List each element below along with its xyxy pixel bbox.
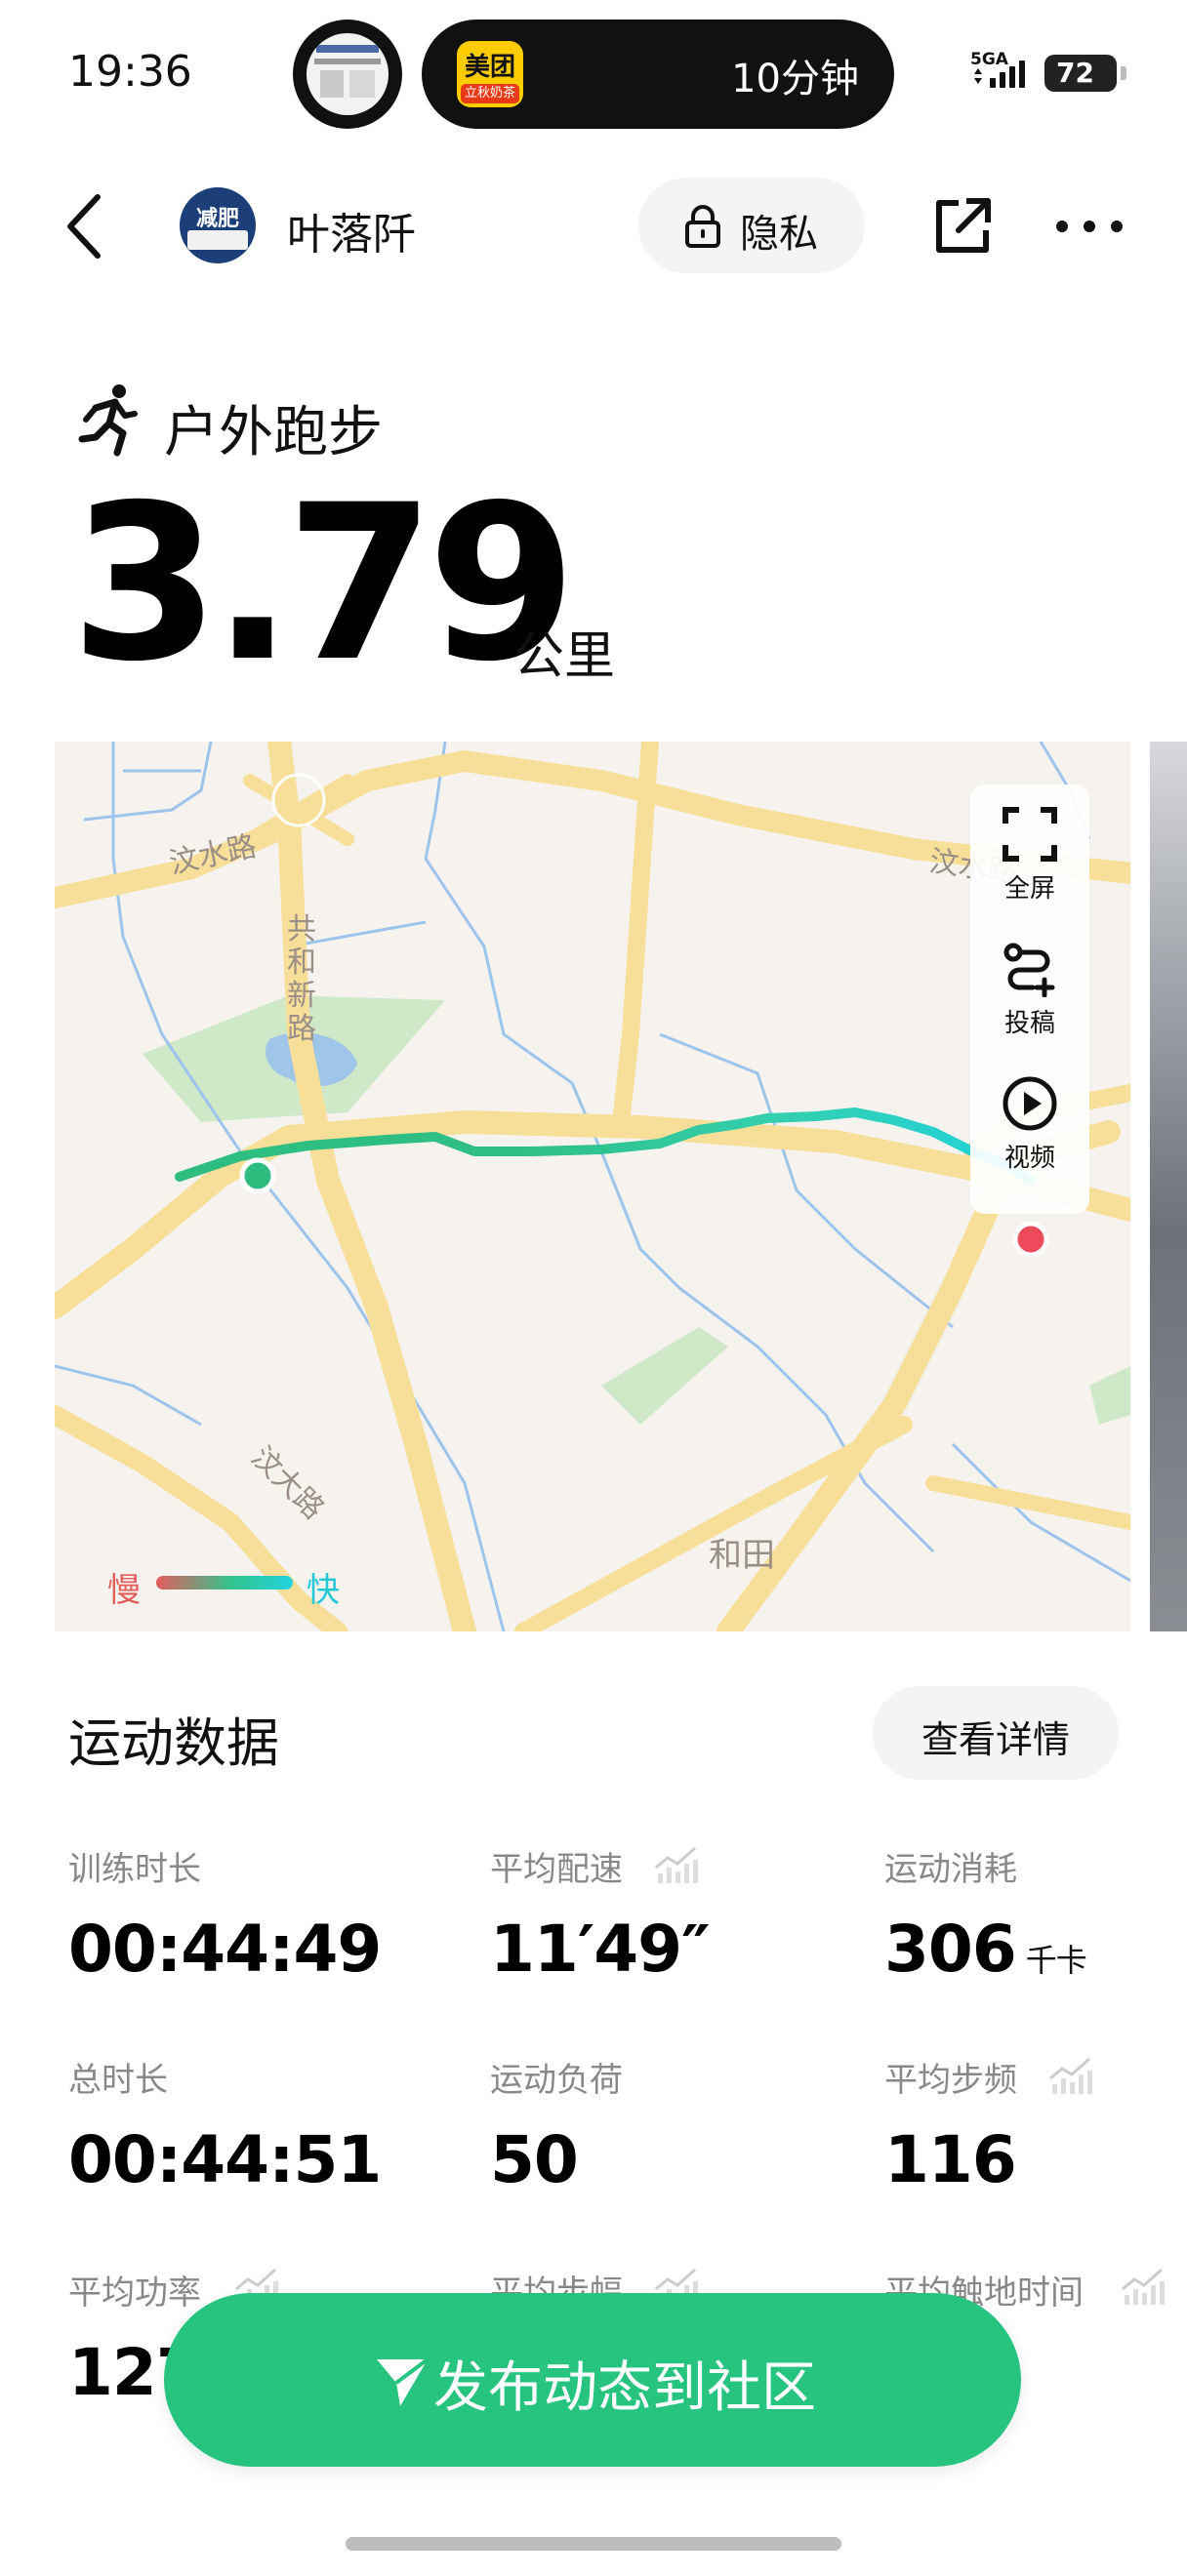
- more-button[interactable]: [1054, 219, 1125, 234]
- submit-route-label: 投稿: [1003, 1009, 1055, 1038]
- network-type: 5GA: [970, 50, 1009, 69]
- fullscreen-icon: [1003, 807, 1057, 862]
- back-button[interactable]: [61, 191, 107, 262]
- username[interactable]: 叶落阡: [287, 199, 416, 262]
- video-button[interactable]: 视频: [970, 1075, 1089, 1174]
- place-label: 和田: [709, 1536, 775, 1575]
- route-end-marker: [1012, 1221, 1049, 1258]
- privacy-label: 隐私: [740, 212, 818, 257]
- signal-icon: 5GA: [970, 49, 1039, 98]
- delivery-eta: 10分钟: [731, 57, 859, 101]
- trend-chart-icon[interactable]: [654, 1844, 699, 1883]
- stat-training-load: 运动负荷 50: [490, 2061, 623, 2197]
- more-dots-icon: [1056, 221, 1123, 232]
- calories-value: 306: [884, 1912, 1017, 1987]
- route-map[interactable]: 汶水路 汶水路 共和新路 汶大路 和田: [55, 742, 1130, 1631]
- legend-slow: 慢: [107, 1571, 141, 1610]
- distance-value: 3.79: [70, 459, 577, 708]
- svg-text:共和新路: 共和新路: [287, 912, 316, 1046]
- lock-icon: [685, 205, 720, 248]
- pace-legend-bar: [156, 1576, 293, 1590]
- activity-type: 户外跑步: [164, 401, 383, 464]
- fullscreen-label: 全屏: [1003, 874, 1055, 904]
- video-label: 视频: [1003, 1144, 1055, 1173]
- calories-unit: 千卡: [1025, 1942, 1087, 1979]
- publish-label: 发布动态到社区: [433, 2356, 816, 2420]
- play-video-icon: [1003, 1076, 1057, 1131]
- stat-training-duration: 训练时长 00:44:49: [68, 1850, 382, 1987]
- next-photo-preview[interactable]: [1150, 742, 1187, 1631]
- stat-avg-cadence: 平均步频 116: [884, 2061, 1017, 2197]
- park-area-2: [601, 1327, 728, 1425]
- trend-chart-icon[interactable]: [1048, 2055, 1093, 2094]
- share-button[interactable]: [933, 195, 994, 256]
- stat-calories: 运动消耗 306 千卡: [884, 1850, 1087, 1987]
- fullscreen-button[interactable]: 全屏: [970, 806, 1089, 905]
- map-toolbar: 全屏 投稿 视频: [970, 785, 1089, 1214]
- app-thumbnail: [307, 33, 389, 115]
- status-time: 19:36: [68, 47, 192, 97]
- view-details-label: 查看详情: [921, 1718, 1070, 1761]
- stat-total-duration: 总时长 00:44:51: [68, 2061, 382, 2197]
- share-icon: [936, 198, 991, 253]
- dynamic-island-activity[interactable]: 美团 立秋奶茶 10分钟: [422, 20, 894, 129]
- trend-chart-icon[interactable]: [1121, 2266, 1166, 2305]
- route-submit-icon: [1003, 943, 1055, 997]
- home-indicator[interactable]: [346, 2537, 841, 2551]
- running-icon: [76, 382, 139, 457]
- road-label: 汶大路: [244, 1440, 330, 1526]
- section-title: 运动数据: [68, 1712, 279, 1774]
- distance-unit: 公里: [513, 627, 616, 686]
- publish-to-community-button[interactable]: 发布动态到社区: [164, 2293, 1021, 2467]
- send-icon: [377, 2357, 430, 2406]
- road-label-vertical: 共和新路: [287, 912, 316, 1046]
- road-label: 汶水路: [166, 829, 259, 881]
- chevron-left-icon: [67, 194, 101, 259]
- floating-app-bubble[interactable]: [293, 20, 402, 129]
- privacy-button[interactable]: 隐私: [638, 178, 865, 273]
- legend-fast: 快: [307, 1571, 340, 1610]
- submit-route-button[interactable]: 投稿: [970, 941, 1089, 1039]
- meituan-logo: 美团 立秋奶茶: [457, 41, 523, 107]
- route-start-marker: [239, 1157, 276, 1194]
- view-details-button[interactable]: 查看详情: [873, 1686, 1119, 1780]
- avatar[interactable]: 减肥: [180, 187, 256, 263]
- battery-indicator: 72: [1044, 55, 1126, 92]
